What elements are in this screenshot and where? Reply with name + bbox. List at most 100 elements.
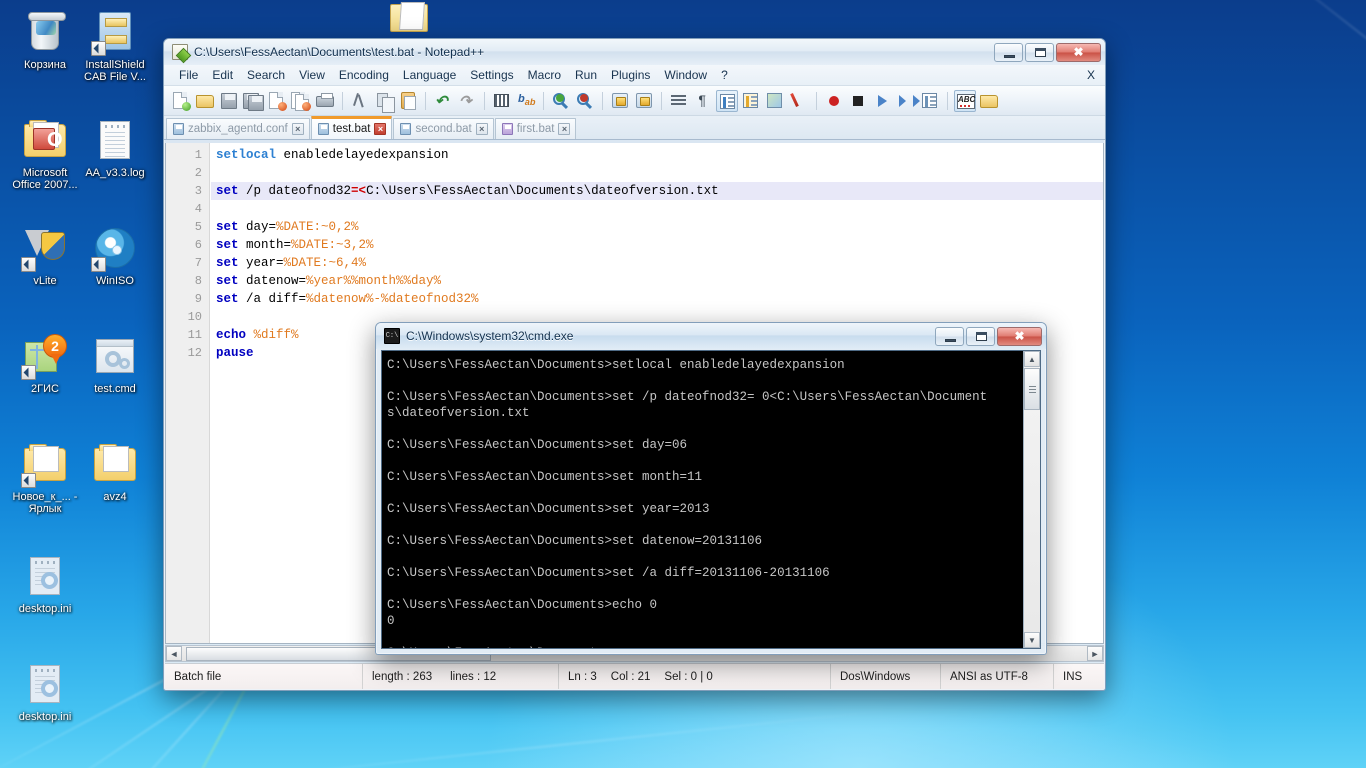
scroll-up-arrow-icon[interactable]: ▲ bbox=[1024, 351, 1040, 367]
zoom-out-icon[interactable] bbox=[574, 90, 596, 112]
document-map-icon[interactable] bbox=[716, 89, 738, 112]
menu-view[interactable]: View bbox=[292, 67, 332, 83]
close-file-icon[interactable] bbox=[266, 90, 288, 112]
sync-vertical-icon[interactable] bbox=[609, 90, 631, 112]
macro-save-icon[interactable] bbox=[919, 90, 941, 112]
cmd-vertical-scrollbar[interactable]: ▲ ▼ bbox=[1023, 351, 1040, 648]
close-button[interactable]: ✖ bbox=[1056, 42, 1101, 62]
redo-icon[interactable]: ↷ bbox=[456, 90, 478, 112]
pen-icon[interactable] bbox=[788, 90, 810, 112]
tab-second-bat[interactable]: second.bat × bbox=[393, 118, 494, 139]
new-file-icon[interactable] bbox=[170, 90, 192, 112]
code-line[interactable]: set /a diff=%datenow%-%dateofnod32% bbox=[211, 290, 1103, 308]
desktop-icon-vlite[interactable]: vLite bbox=[8, 224, 82, 287]
line-number: 8 bbox=[194, 274, 202, 288]
desktop-icon-folder-top[interactable] bbox=[388, 0, 432, 34]
code-token: %datenow%-%dateofnod32% bbox=[306, 292, 479, 306]
cut-icon[interactable] bbox=[349, 90, 371, 112]
copy-icon[interactable] bbox=[373, 90, 395, 113]
menu-settings[interactable]: Settings bbox=[463, 67, 520, 83]
desktop-icon-desktop-ini-2[interactable]: desktop.ini bbox=[8, 660, 82, 723]
menu-macro[interactable]: Macro bbox=[521, 67, 568, 83]
cmd-titlebar[interactable]: C:\ C:\Windows\system32\cmd.exe ✖ bbox=[376, 323, 1046, 349]
menu-help[interactable]: ? bbox=[714, 67, 735, 83]
code-line[interactable]: set month=%DATE:~3,2% bbox=[211, 236, 1103, 254]
zoom-in-icon[interactable] bbox=[550, 90, 572, 112]
scroll-right-arrow-icon[interactable]: ► bbox=[1087, 646, 1103, 661]
code-line[interactable]: set datenow=%year%%month%%day% bbox=[211, 272, 1103, 290]
desktop-icon-avz4[interactable]: avz4 bbox=[78, 440, 152, 503]
maximize-button[interactable] bbox=[966, 326, 995, 346]
close-document-button[interactable]: X bbox=[1080, 67, 1105, 83]
desktop-icon-installshield-cab[interactable]: InstallShield CAB File V... bbox=[78, 8, 152, 83]
word-wrap-icon[interactable] bbox=[668, 90, 690, 112]
menu-edit[interactable]: Edit bbox=[205, 67, 240, 83]
code-line[interactable]: set year=%DATE:~6,4% bbox=[211, 254, 1103, 272]
menu-plugins[interactable]: Plugins bbox=[604, 67, 657, 83]
status-insert-mode: INS bbox=[1063, 670, 1083, 683]
folder-as-workspace-icon[interactable] bbox=[764, 90, 786, 112]
replace-icon[interactable]: bab bbox=[515, 90, 537, 112]
save-all-icon[interactable] bbox=[242, 90, 264, 112]
scroll-left-arrow-icon[interactable]: ◄ bbox=[166, 646, 182, 661]
toolbar-separator bbox=[543, 91, 544, 110]
close-all-icon[interactable] bbox=[290, 90, 312, 112]
print-icon[interactable] bbox=[314, 90, 336, 112]
tab-test-bat[interactable]: test.bat × bbox=[310, 116, 393, 139]
menu-file[interactable]: File bbox=[172, 67, 205, 83]
macro-play-multiple-icon[interactable] bbox=[895, 90, 920, 112]
desktop-icon-microsoft-office[interactable]: Microsoft Office 2007... bbox=[8, 116, 82, 191]
macro-play-icon[interactable] bbox=[871, 90, 893, 112]
desktop-icon-novoe-shortcut[interactable]: Новое_к_... - Ярлык bbox=[8, 440, 82, 515]
scroll-thumb[interactable] bbox=[1024, 368, 1040, 410]
notepadpp-menubar[interactable]: File Edit Search View Encoding Language … bbox=[164, 65, 1105, 86]
macro-record-icon[interactable] bbox=[823, 90, 845, 112]
desktop-icon-winiso[interactable]: WinISO bbox=[78, 224, 152, 287]
notepadpp-tabbar[interactable]: zabbix_agentd.conf × test.bat × second.b… bbox=[164, 116, 1105, 140]
code-token: year= bbox=[238, 256, 284, 270]
code-line[interactable]: set /p dateofnod32=<C:\Users\FessAectan\… bbox=[211, 182, 1103, 200]
desktop-icon-test-cmd[interactable]: test.cmd bbox=[78, 332, 152, 395]
menu-language[interactable]: Language bbox=[396, 67, 463, 83]
cmd-window-controls[interactable]: ✖ bbox=[935, 326, 1042, 346]
notepadpp-toolbar[interactable]: ↶ ↷ bab ¶ ABC bbox=[164, 86, 1105, 116]
code-line[interactable]: setlocal enabledelayedexpansion bbox=[211, 146, 1103, 164]
notepadpp-titlebar[interactable]: C:\Users\FessAectan\Documents\test.bat -… bbox=[164, 39, 1105, 65]
desktop-icon-recycle-bin[interactable]: Корзина bbox=[8, 8, 82, 71]
scroll-down-arrow-icon[interactable]: ▼ bbox=[1024, 632, 1040, 648]
menu-encoding[interactable]: Encoding bbox=[332, 67, 396, 83]
save-icon[interactable] bbox=[218, 90, 240, 112]
tab-first-bat[interactable]: first.bat × bbox=[494, 118, 577, 139]
tab-close-icon[interactable]: × bbox=[558, 123, 571, 135]
maximize-button[interactable] bbox=[1025, 42, 1054, 62]
tab-close-icon[interactable]: × bbox=[475, 123, 488, 135]
code-line[interactable] bbox=[211, 200, 1103, 218]
spellcheck-icon[interactable]: ABC bbox=[954, 89, 976, 112]
close-button[interactable]: ✖ bbox=[997, 326, 1042, 346]
desktop-icon-desktop-ini-1[interactable]: desktop.ini bbox=[8, 552, 82, 615]
tab-close-icon[interactable]: × bbox=[374, 123, 387, 135]
menu-window[interactable]: Window bbox=[657, 67, 714, 83]
menu-run[interactable]: Run bbox=[568, 67, 604, 83]
menu-search[interactable]: Search bbox=[240, 67, 292, 83]
desktop-icon-2gis[interactable]: 2 2ГИС bbox=[8, 332, 82, 395]
function-list-icon[interactable] bbox=[740, 90, 762, 112]
minimize-button[interactable] bbox=[994, 42, 1023, 62]
notepadpp-window-controls[interactable]: ✖ bbox=[994, 42, 1101, 62]
tab-zabbix-agentd-conf[interactable]: zabbix_agentd.conf × bbox=[166, 118, 310, 139]
desktop-icon-aa-log[interactable]: AA_v3.3.log bbox=[78, 116, 152, 179]
undo-icon[interactable]: ↶ bbox=[432, 90, 454, 112]
code-line[interactable]: set day=%DATE:~0,2% bbox=[211, 218, 1103, 236]
paste-icon[interactable] bbox=[397, 90, 419, 112]
cmd-console[interactable]: C:\Users\FessAectan\Documents>setlocal e… bbox=[381, 350, 1041, 649]
sync-horizontal-icon[interactable] bbox=[633, 90, 655, 112]
open-file-icon[interactable] bbox=[194, 90, 216, 112]
minimize-button[interactable] bbox=[935, 326, 964, 346]
show-all-chars-icon[interactable]: ¶ bbox=[692, 90, 714, 112]
tab-close-icon[interactable]: × bbox=[291, 123, 304, 135]
find-icon[interactable] bbox=[491, 90, 513, 112]
open-folder-icon[interactable] bbox=[978, 90, 1000, 112]
macro-stop-icon[interactable] bbox=[847, 90, 869, 112]
code-line[interactable] bbox=[211, 164, 1103, 182]
cmd-window[interactable]: C:\ C:\Windows\system32\cmd.exe ✖ C:\Use… bbox=[375, 322, 1047, 655]
